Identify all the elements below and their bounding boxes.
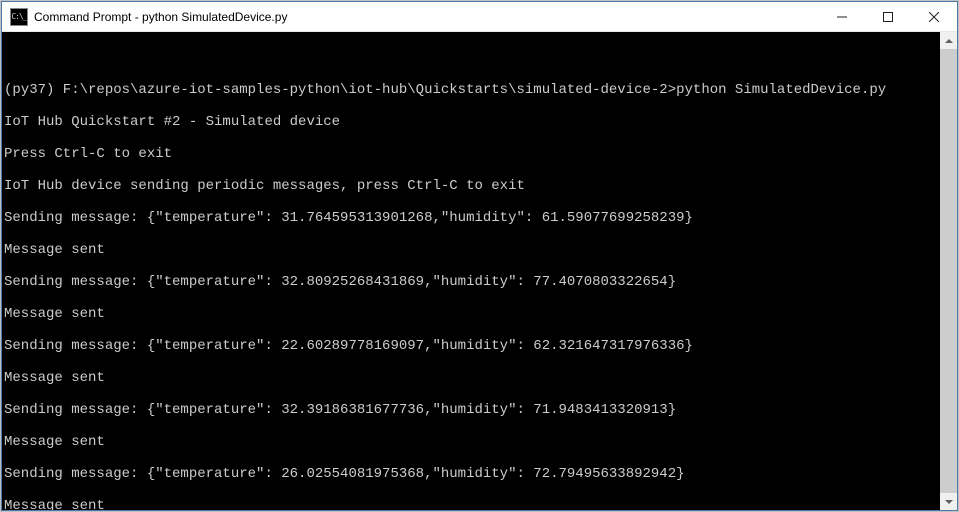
- maximize-icon: [883, 12, 893, 22]
- vertical-scrollbar[interactable]: [940, 32, 957, 510]
- scrollbar-track[interactable]: [940, 49, 957, 493]
- message-line: Sending message: {"temperature": 22.6028…: [4, 338, 938, 354]
- scroll-up-button[interactable]: [940, 32, 957, 49]
- minimize-button[interactable]: [819, 2, 865, 31]
- header-line: Press Ctrl-C to exit: [4, 146, 938, 162]
- close-icon: [929, 12, 939, 22]
- window-frame: C:\_ Command Prompt - python SimulatedDe…: [1, 1, 958, 511]
- titlebar[interactable]: C:\_ Command Prompt - python SimulatedDe…: [2, 2, 957, 32]
- scrollbar-thumb[interactable]: [940, 49, 957, 493]
- maximize-button[interactable]: [865, 2, 911, 31]
- console-output[interactable]: (py37) F:\repos\azure-iot-samples-python…: [2, 32, 940, 510]
- cmd-icon: C:\_: [10, 8, 28, 26]
- ack-line: Message sent: [4, 306, 938, 322]
- status-line: IoT Hub device sending periodic messages…: [4, 178, 938, 194]
- message-line: Sending message: {"temperature": 32.3918…: [4, 402, 938, 418]
- close-button[interactable]: [911, 2, 957, 31]
- window-controls: [819, 2, 957, 31]
- cmd-icon-text: C:\_: [11, 13, 26, 21]
- console-area: (py37) F:\repos\azure-iot-samples-python…: [2, 32, 957, 510]
- ack-line: Message sent: [4, 434, 938, 450]
- scroll-down-button[interactable]: [940, 493, 957, 510]
- window-title: Command Prompt - python SimulatedDevice.…: [34, 10, 819, 24]
- ack-line: Message sent: [4, 370, 938, 386]
- chevron-up-icon: [945, 39, 953, 43]
- minimize-icon: [837, 12, 847, 22]
- ack-line: Message sent: [4, 498, 938, 510]
- message-line: Sending message: {"temperature": 32.8092…: [4, 274, 938, 290]
- prompt-line: (py37) F:\repos\azure-iot-samples-python…: [4, 82, 938, 98]
- chevron-down-icon: [945, 500, 953, 504]
- message-line: Sending message: {"temperature": 31.7645…: [4, 210, 938, 226]
- header-line: IoT Hub Quickstart #2 - Simulated device: [4, 114, 938, 130]
- message-line: Sending message: {"temperature": 26.0255…: [4, 466, 938, 482]
- ack-line: Message sent: [4, 242, 938, 258]
